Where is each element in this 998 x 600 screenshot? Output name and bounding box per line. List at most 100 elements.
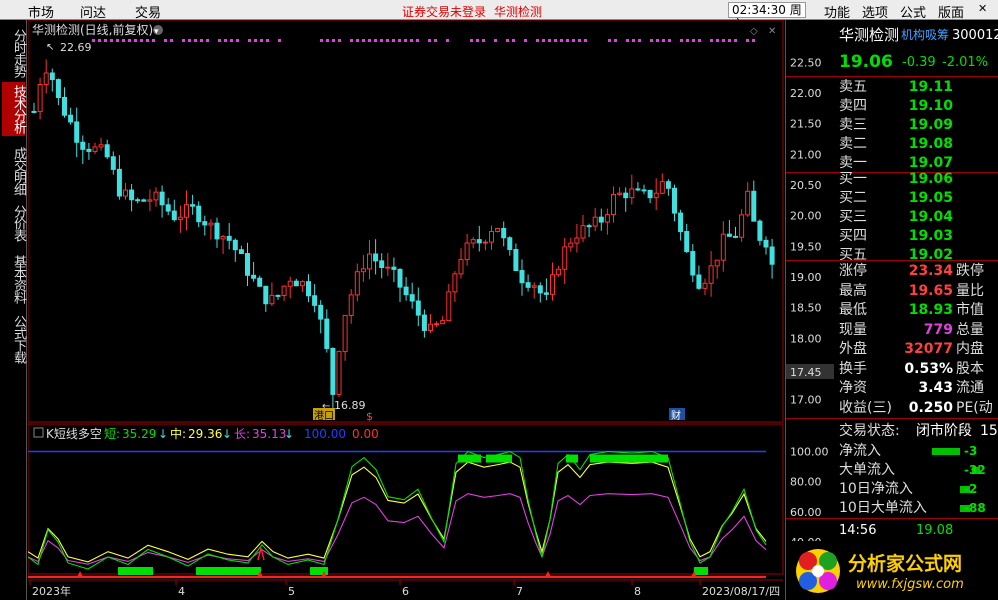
signal-dot <box>266 39 269 42</box>
candle-body <box>306 281 311 297</box>
tab-price-table[interactable]: 分价表 <box>2 202 26 244</box>
signal-bar <box>118 567 153 575</box>
candle-body <box>135 199 141 202</box>
signal-dot <box>170 39 173 42</box>
bid-row-label: 买二 <box>839 190 867 206</box>
candle-body <box>269 294 275 305</box>
xaxis-label: 2023/08/17/四 <box>702 585 780 598</box>
candle-body <box>702 282 708 289</box>
stat-row-label2: 内盘 <box>956 341 984 357</box>
indicator-expand-icon[interactable] <box>33 427 44 438</box>
menu-layout[interactable]: 版面 <box>938 2 964 21</box>
signal-dot <box>494 39 497 42</box>
candle-body <box>550 274 555 295</box>
candle-body <box>629 188 635 199</box>
signal-dot <box>200 39 203 42</box>
candle-body <box>68 114 74 123</box>
menu-options[interactable]: 选项 <box>862 2 888 21</box>
candle-body <box>391 266 397 270</box>
price-row: 19.06 -0.39 -2.01% <box>786 53 998 72</box>
ask-row: 卖五 19.11 <box>786 78 998 97</box>
candle-body <box>482 241 488 244</box>
stat-row: 最低 18.93 市值 <box>786 301 998 320</box>
trade-status-row: 交易状态: 闭市阶段 15 <box>786 422 998 441</box>
signal-dot <box>482 39 485 42</box>
stat-row-label: 涨停 <box>839 263 867 279</box>
signal-dot <box>236 39 239 42</box>
bid-row: 买四 19.03 <box>786 227 998 246</box>
close-icon[interactable]: ✕ <box>978 2 987 15</box>
signal-dot <box>206 39 209 42</box>
signal-dot <box>560 39 563 42</box>
long-line <box>27 493 767 565</box>
mid-value: 29.36 <box>188 427 222 441</box>
candle-body <box>153 191 159 201</box>
candle-body <box>184 204 189 218</box>
signal-dot <box>356 39 359 42</box>
candle-body <box>556 268 562 276</box>
main-chart-frame <box>27 19 784 423</box>
menu-trade[interactable]: 交易 <box>135 2 161 21</box>
tab-intraday[interactable]: 分时走势 <box>2 26 26 80</box>
candle-body <box>580 225 586 239</box>
signal-dot <box>404 39 407 42</box>
stat-row-value: 32077 <box>904 341 953 357</box>
quote-header: 华测检测 机构吸筹 300012 <box>786 26 998 45</box>
stock-tag[interactable]: 机构吸筹 <box>901 26 949 45</box>
login-notice[interactable]: 证券交易未登录 <box>402 3 486 20</box>
xaxis-labels: 2023年 4 5 6 7 8 2023/08/17/四 <box>29 580 780 598</box>
candle-body <box>403 286 409 296</box>
xaxis-label: 7 <box>516 585 523 598</box>
candle-body <box>525 282 531 288</box>
bid-row-value: 19.04 <box>908 209 953 225</box>
candle-body <box>110 156 116 170</box>
stat-row: 最高 19.65 量比 <box>786 282 998 301</box>
signal-bar <box>590 454 668 463</box>
close-pane-icon[interactable]: ✕ <box>768 26 776 37</box>
stat-row-value: 3.43 <box>918 380 953 396</box>
candle-body <box>690 251 696 276</box>
stock-notice: 华测检测 <box>494 5 543 19</box>
signal-dot <box>182 39 185 42</box>
candle-body <box>360 268 366 273</box>
tab-trade-detail[interactable]: 成交明细 <box>2 144 26 198</box>
stat-row: 换手 0.53% 股本 <box>786 360 998 379</box>
v0-value: 0.00 <box>352 427 379 441</box>
short-value: 35.29 <box>122 427 156 441</box>
ask-row: 卖四 19.10 <box>786 97 998 116</box>
tab-fundamentals[interactable]: 基本资料 <box>2 252 26 306</box>
signal-dot <box>728 39 731 42</box>
badge-dollar[interactable]: $ <box>366 410 373 423</box>
candle-body <box>324 318 330 349</box>
signal-dot <box>374 39 377 42</box>
stat-row: 净资 3.43 流通 <box>786 379 998 398</box>
logo-url[interactable]: www.fxjgsw.com <box>856 577 964 592</box>
signal-dot <box>536 39 539 42</box>
signal-dot <box>278 39 281 42</box>
signal-dot <box>92 39 95 42</box>
xaxis-label: 4 <box>178 585 185 598</box>
high-price-label: 22.69 <box>60 41 92 54</box>
tab-technical[interactable]: 技术分析 <box>2 82 26 136</box>
candle-body <box>586 225 592 228</box>
chart-canvas[interactable]: 华测检测(日线,前复权) ▾ ◇ ✕ 22.69 ↖ 16.89 ← 港口 $ … <box>27 19 784 600</box>
candle-body <box>458 259 464 275</box>
signal-dot <box>362 39 365 42</box>
candle-body <box>495 227 501 233</box>
signal-dot <box>578 39 581 42</box>
menu-formula[interactable]: 公式 <box>900 2 926 21</box>
diamond-icon[interactable]: ◇ <box>750 26 758 37</box>
candle-body <box>238 249 244 255</box>
chart-area[interactable]: 华测检测(日线,前复权) ▾ ◇ ✕ 22.69 ↖ 16.89 ← 港口 $ … <box>27 19 784 600</box>
candle-body <box>647 189 653 199</box>
menu-wenda[interactable]: 问达 <box>80 2 106 21</box>
stat-row-label: 收益(三) <box>839 399 892 416</box>
signal-bar <box>694 567 708 575</box>
menu-function[interactable]: 功能 <box>824 2 850 21</box>
indicator-name: K短线多空 <box>46 427 102 441</box>
menu-market[interactable]: 市场 <box>28 2 54 21</box>
mid-label: 中: <box>170 426 186 441</box>
bid-row-label: 买三 <box>839 209 867 225</box>
tab-formula-download[interactable]: 公式下载 <box>2 312 26 366</box>
candle-body <box>232 239 238 251</box>
